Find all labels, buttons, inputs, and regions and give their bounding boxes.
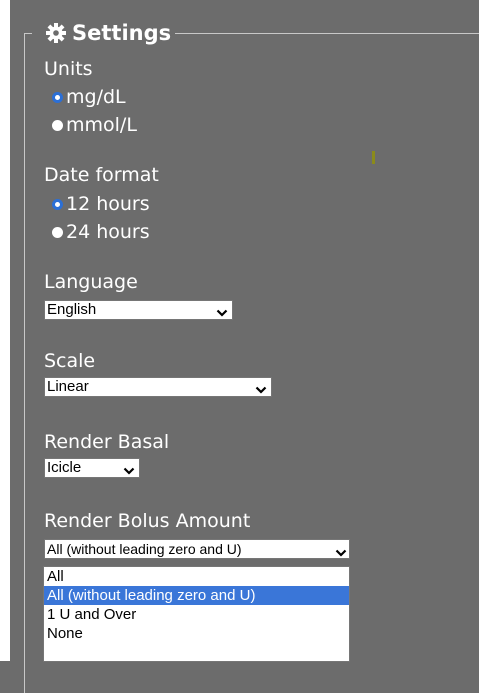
render-basal-select-value: Icicle bbox=[47, 459, 82, 476]
scale-select[interactable]: Linear bbox=[44, 377, 272, 397]
render-bolus-select[interactable]: All (without leading zero and U) bbox=[44, 539, 350, 559]
scale-select-value: Linear bbox=[47, 378, 89, 395]
settings-legend: Settings bbox=[32, 19, 176, 47]
olive-mark bbox=[372, 151, 375, 164]
date-format-radio-12[interactable]: 12 hours bbox=[52, 193, 150, 215]
language-label: Language bbox=[44, 271, 138, 293]
language-select-value: English bbox=[47, 301, 97, 318]
render-bolus-select-value: All (without leading zero and U) bbox=[47, 541, 242, 557]
render-basal-select[interactable]: Icicle bbox=[44, 458, 140, 478]
units-option-label: mg/dL bbox=[66, 86, 126, 108]
date-format-option-label: 12 hours bbox=[66, 193, 150, 215]
radio-checked-icon[interactable] bbox=[52, 198, 63, 210]
radio-checked-icon[interactable] bbox=[52, 91, 63, 103]
dropdown-option-1u-and-over[interactable]: 1 U and Over bbox=[44, 605, 349, 624]
render-bolus-dropdown-list: All All (without leading zero and U) 1 U… bbox=[43, 566, 350, 662]
scale-label: Scale bbox=[44, 350, 96, 372]
render-bolus-label: Render Bolus Amount bbox=[44, 510, 251, 532]
units-label: Units bbox=[44, 58, 93, 80]
left-edge-strip bbox=[0, 0, 10, 661]
dropdown-option-all[interactable]: All bbox=[44, 567, 349, 586]
chevron-down-icon bbox=[255, 382, 267, 396]
chevron-down-icon bbox=[123, 463, 135, 477]
date-format-radio-24[interactable]: 24 hours bbox=[52, 221, 150, 243]
chevron-down-icon bbox=[335, 544, 347, 558]
radio-unchecked-icon[interactable] bbox=[52, 119, 63, 131]
settings-title: Settings bbox=[72, 21, 172, 45]
render-basal-label: Render Basal bbox=[44, 431, 170, 453]
radio-unchecked-icon[interactable] bbox=[52, 226, 63, 238]
date-format-option-label: 24 hours bbox=[66, 221, 150, 243]
date-format-label: Date format bbox=[44, 164, 159, 186]
dropdown-option-none[interactable]: None bbox=[44, 624, 349, 643]
units-option-label: mmol/L bbox=[66, 114, 137, 136]
chevron-down-icon bbox=[216, 305, 228, 319]
units-radio-mgdl[interactable]: mg/dL bbox=[52, 86, 126, 108]
dropdown-option-all-without-zero[interactable]: All (without leading zero and U) bbox=[44, 586, 349, 605]
gear-icon bbox=[46, 23, 66, 43]
language-select[interactable]: English bbox=[44, 300, 233, 320]
units-radio-mmol[interactable]: mmol/L bbox=[52, 114, 137, 136]
